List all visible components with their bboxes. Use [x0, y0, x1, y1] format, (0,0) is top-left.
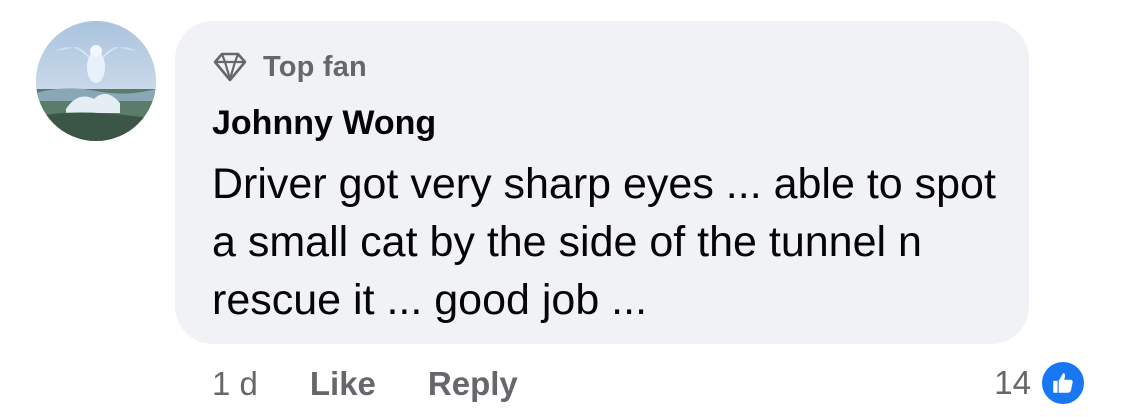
diamond-icon: [213, 52, 247, 82]
top-fan-badge[interactable]: Top fan: [212, 50, 367, 84]
avatar-image: [36, 21, 156, 141]
reaction-count: 14: [994, 364, 1031, 401]
avatar[interactable]: [36, 21, 156, 141]
badge-label: Top fan: [263, 50, 367, 83]
comment: Top fan Johnny Wong Driver got very shar…: [0, 0, 1125, 417]
comment-text: Driver got very sharp eyes ... able to s…: [212, 160, 996, 324]
reply-button[interactable]: Reply: [428, 365, 518, 403]
comment-timestamp[interactable]: 1 d: [212, 365, 258, 403]
comment-bubble: Top fan Johnny Wong Driver got very shar…: [175, 21, 1029, 344]
thumbs-up-icon: [1039, 359, 1087, 407]
comment-author[interactable]: Johnny Wong: [212, 103, 436, 143]
comment-actions: 1 d Like Reply: [212, 362, 570, 406]
reaction-summary[interactable]: 14: [994, 358, 1087, 408]
like-button[interactable]: Like: [310, 365, 376, 403]
